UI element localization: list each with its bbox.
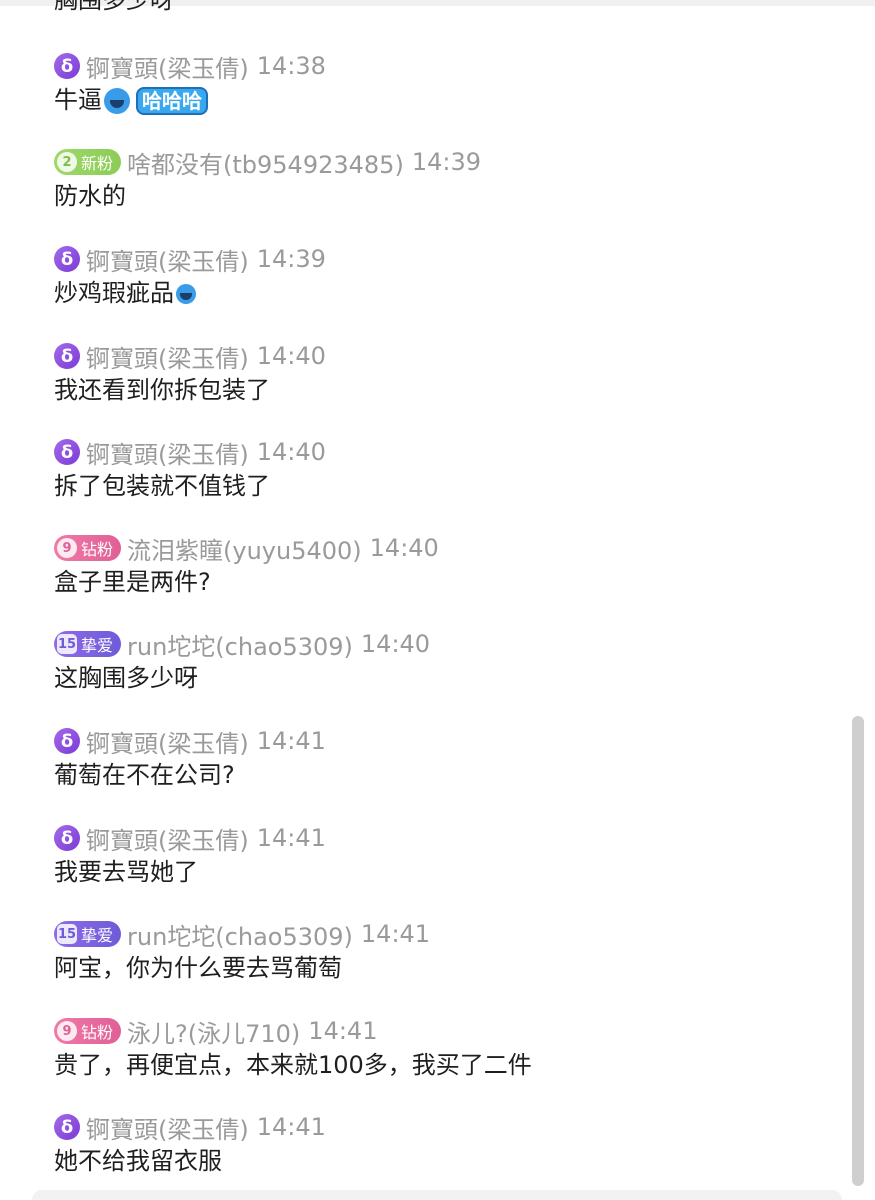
message-meta: δ 锕寶頭(梁玉倩) 14:41 (54, 724, 834, 759)
chat-message: δ 锕寶頭(梁玉倩) 14:40 我还看到你拆包装了 (54, 340, 834, 406)
message-meta: 15 挚爱 run坨坨(chao5309) 14:41 (54, 917, 834, 952)
host-badge-icon: δ (54, 53, 80, 79)
fan-level-label: 挚爱 (81, 636, 114, 655)
sender-name[interactable]: 流泪紫瞳(yuyu5400) (127, 531, 362, 566)
sender-name[interactable]: 锕寶頭(梁玉倩) (86, 821, 249, 856)
message-text: 拆了包装就不值钱了 (54, 472, 270, 500)
fan-level-label: 钻粉 (81, 540, 114, 559)
message-time: 14:40 (256, 438, 326, 466)
sender-name[interactable]: 啥都没有(tb954923485) (127, 145, 404, 180)
fan-level-label: 挚爱 (81, 926, 114, 945)
message-text: 我还看到你拆包装了 (54, 376, 270, 404)
chat-message: 15 挚爱 run坨坨(chao5309) 14:41 阿宝，你为什么要去骂葡萄 (54, 918, 834, 984)
message-time: 14:41 (256, 727, 326, 755)
message-time: 14:41 (256, 824, 326, 852)
message-text: 贵了，再便宜点，本来就100多，我买了二件 (54, 1051, 532, 1079)
message-time: 14:38 (256, 52, 326, 80)
message-time: 14:40 (256, 342, 326, 370)
sender-name[interactable]: 锕寶頭(梁玉倩) (86, 339, 249, 374)
message-text: 阿宝，你为什么要去骂葡萄 (54, 954, 342, 982)
message-text: 葡萄在不在公司? (54, 761, 235, 789)
chat-message-list[interactable]: 胸围多少呀 δ 锕寶頭(梁玉倩) 14:38 牛逼 哈哈哈 2 新粉 啥都没有(t… (0, 0, 850, 1200)
host-badge-icon: δ (54, 1114, 80, 1140)
sender-name[interactable]: 锕寶頭(梁玉倩) (86, 1110, 249, 1145)
message-meta: 15 挚爱 run坨坨(chao5309) 14:40 (54, 627, 834, 662)
host-badge-icon: δ (54, 246, 80, 272)
fan-level-label: 钻粉 (81, 1023, 114, 1042)
sender-name[interactable]: 锕寶頭(梁玉倩) (86, 724, 249, 759)
chat-message: 2 新粉 啥都没有(tb954923485) 14:39 防水的 (54, 146, 834, 212)
message-text: 她不给我留衣服 (54, 1147, 222, 1175)
chat-message: δ 锕寶頭(梁玉倩) 14:40 拆了包装就不值钱了 (54, 436, 834, 502)
host-badge-icon: δ (54, 728, 80, 754)
love-fan-badge: 15 挚爱 (54, 921, 122, 947)
diamond-fan-badge: 9 钻粉 (54, 535, 122, 561)
chat-message: 15 挚爱 run坨坨(chao5309) 14:40 这胸围多少呀 (54, 628, 834, 694)
message-body: 牛逼 哈哈哈 (54, 84, 834, 116)
sender-name[interactable]: run坨坨(chao5309) (127, 917, 353, 952)
message-meta: δ 锕寶頭(梁玉倩) 14:41 (54, 821, 834, 856)
fan-level-number: 9 (57, 538, 77, 558)
chat-message: 9 钻粉 流泪紫瞳(yuyu5400) 14:40 盒子里是两件? (54, 532, 834, 598)
message-time: 14:40 (369, 534, 439, 562)
sender-name[interactable]: 锕寶頭(梁玉倩) (86, 435, 249, 470)
message-text: 防水的 (54, 182, 126, 210)
message-meta: δ 锕寶頭(梁玉倩) 14:38 (54, 49, 834, 84)
message-meta: δ 锕寶頭(梁玉倩) 14:41 (54, 1110, 834, 1145)
bottom-input-bar[interactable] (32, 1190, 842, 1200)
fan-level-number: 15 (57, 924, 77, 944)
chat-message: 9 钻粉 泳儿?(泳儿710) 14:41 贵了，再便宜点，本来就100多，我买… (54, 1015, 834, 1081)
fan-level-label: 新粉 (81, 154, 114, 173)
message-time: 14:41 (256, 1113, 326, 1141)
message-meta: δ 锕寶頭(梁玉倩) 14:40 (54, 435, 834, 470)
host-badge-icon: δ (54, 343, 80, 369)
chat-page: 胸围多少呀 δ 锕寶頭(梁玉倩) 14:38 牛逼 哈哈哈 2 新粉 啥都没有(t… (0, 0, 875, 1200)
chat-message: δ 锕寶頭(梁玉倩) 14:39 炒鸡瑕疵品 (54, 243, 834, 309)
sender-name[interactable]: 锕寶頭(梁玉倩) (86, 242, 249, 277)
message-text: 我要去骂她了 (54, 858, 198, 886)
message-text: 炒鸡瑕疵品 (54, 279, 174, 307)
message-meta: 2 新粉 啥都没有(tb954923485) 14:39 (54, 145, 834, 180)
message-meta: 9 钻粉 流泪紫瞳(yuyu5400) 14:40 (54, 531, 834, 566)
sender-name[interactable]: 泳儿?(泳儿710) (127, 1014, 300, 1049)
previous-message-text: 胸围多少呀 (54, 0, 174, 14)
host-badge-icon: δ (54, 439, 80, 465)
message-meta: δ 锕寶頭(梁玉倩) 14:39 (54, 242, 834, 277)
fan-level-number: 9 (57, 1021, 77, 1041)
message-body: 炒鸡瑕疵品 (54, 277, 834, 309)
message-time: 14:39 (411, 148, 481, 176)
new-fan-badge: 2 新粉 (54, 149, 122, 175)
sender-name[interactable]: run坨坨(chao5309) (127, 627, 353, 662)
message-text: 牛逼 (54, 86, 102, 114)
message-meta: δ 锕寶頭(梁玉倩) 14:40 (54, 339, 834, 374)
scrollbar-thumb[interactable] (852, 716, 864, 1186)
diamond-fan-badge: 9 钻粉 (54, 1018, 122, 1044)
message-text: 这胸围多少呀 (54, 664, 198, 692)
host-badge-icon: δ (54, 825, 80, 851)
chat-message: δ 锕寶頭(梁玉倩) 14:41 葡萄在不在公司? (54, 725, 834, 791)
love-fan-badge: 15 挚爱 (54, 631, 122, 657)
message-time: 14:40 (360, 630, 431, 658)
laughing-emoji-icon (104, 88, 130, 114)
message-time: 14:41 (360, 920, 431, 948)
chat-message: δ 锕寶頭(梁玉倩) 14:41 她不给我留衣服 (54, 1111, 834, 1177)
message-meta: 9 钻粉 泳儿?(泳儿710) 14:41 (54, 1014, 834, 1049)
laughing-emoji-icon (176, 284, 196, 304)
message-text: 盒子里是两件? (54, 568, 211, 596)
message-time: 14:39 (256, 245, 326, 273)
fan-level-number: 2 (57, 152, 77, 172)
sender-name[interactable]: 锕寶頭(梁玉倩) (86, 49, 249, 84)
haha-sticker: 哈哈哈 (136, 87, 208, 115)
chat-message: δ 锕寶頭(梁玉倩) 14:38 牛逼 哈哈哈 (54, 50, 834, 116)
fan-level-number: 15 (57, 634, 77, 654)
chat-message: δ 锕寶頭(梁玉倩) 14:41 我要去骂她了 (54, 822, 834, 888)
message-time: 14:41 (308, 1017, 378, 1045)
